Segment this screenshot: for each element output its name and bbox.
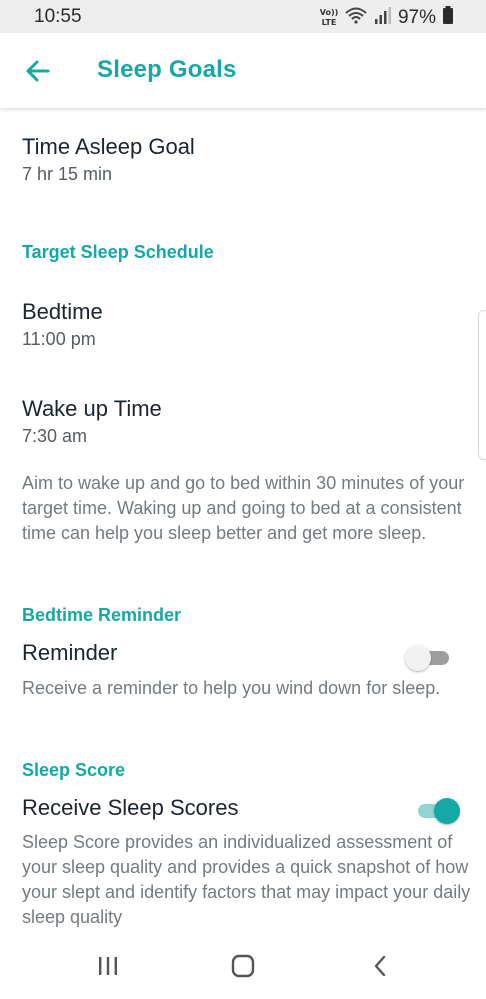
edge-panel-handle[interactable] <box>478 310 486 460</box>
battery-icon <box>442 5 454 30</box>
wake-up-time-title: Wake up Time <box>22 396 162 421</box>
reminder-toggle[interactable] <box>405 645 451 671</box>
home-icon <box>231 954 255 978</box>
bedtime-value: 11:00 pm <box>22 329 96 349</box>
status-time: 10:55 <box>34 6 82 27</box>
recents-icon <box>99 957 117 975</box>
signal-icon <box>374 5 392 30</box>
volte-icon: Vo)) LTE <box>320 7 339 29</box>
status-icons: Vo)) LTE 97% <box>320 5 454 30</box>
sleep-score-toggle[interactable] <box>414 798 460 824</box>
sleep-score-header: Sleep Score <box>22 760 126 780</box>
status-bar: 10:55 Vo)) LTE 97% <box>0 0 486 33</box>
recents-button[interactable] <box>88 951 128 981</box>
nav-back-button[interactable] <box>360 951 400 981</box>
time-asleep-goal-title: Time Asleep Goal <box>22 134 195 159</box>
wake-up-time-value: 7:30 am <box>22 426 88 446</box>
bedtime-reminder-header: Bedtime Reminder <box>22 605 182 625</box>
target-sleep-schedule-header: Target Sleep Schedule <box>22 242 214 262</box>
system-nav-bar <box>0 935 486 999</box>
sleep-score-toggle-knob <box>434 798 460 824</box>
time-asleep-goal-value: 7 hr 15 min <box>22 164 113 184</box>
reminder-title: Reminder <box>22 640 118 665</box>
sleep-score-description: Sleep Score provides an individualized a… <box>22 832 471 927</box>
chevron-left-icon <box>374 955 386 977</box>
svg-text:Vo)): Vo)) <box>320 8 338 17</box>
home-button[interactable] <box>223 951 263 981</box>
reminder-toggle-knob <box>405 645 431 671</box>
battery-percent: 97% <box>397 6 436 28</box>
schedule-description: Aim to wake up and go to bed within 30 m… <box>22 473 465 543</box>
bedtime-title: Bedtime <box>22 299 103 324</box>
back-button[interactable] <box>22 55 54 87</box>
page-title: Sleep Goals <box>97 56 237 83</box>
reminder-description: Receive a reminder to help you wind down… <box>22 678 441 698</box>
app-bar: Sleep Goals <box>0 33 486 108</box>
receive-sleep-scores-title: Receive Sleep Scores <box>22 795 239 820</box>
arrow-left-icon <box>26 60 50 82</box>
wifi-icon <box>344 5 368 30</box>
svg-text:LTE: LTE <box>322 18 337 27</box>
